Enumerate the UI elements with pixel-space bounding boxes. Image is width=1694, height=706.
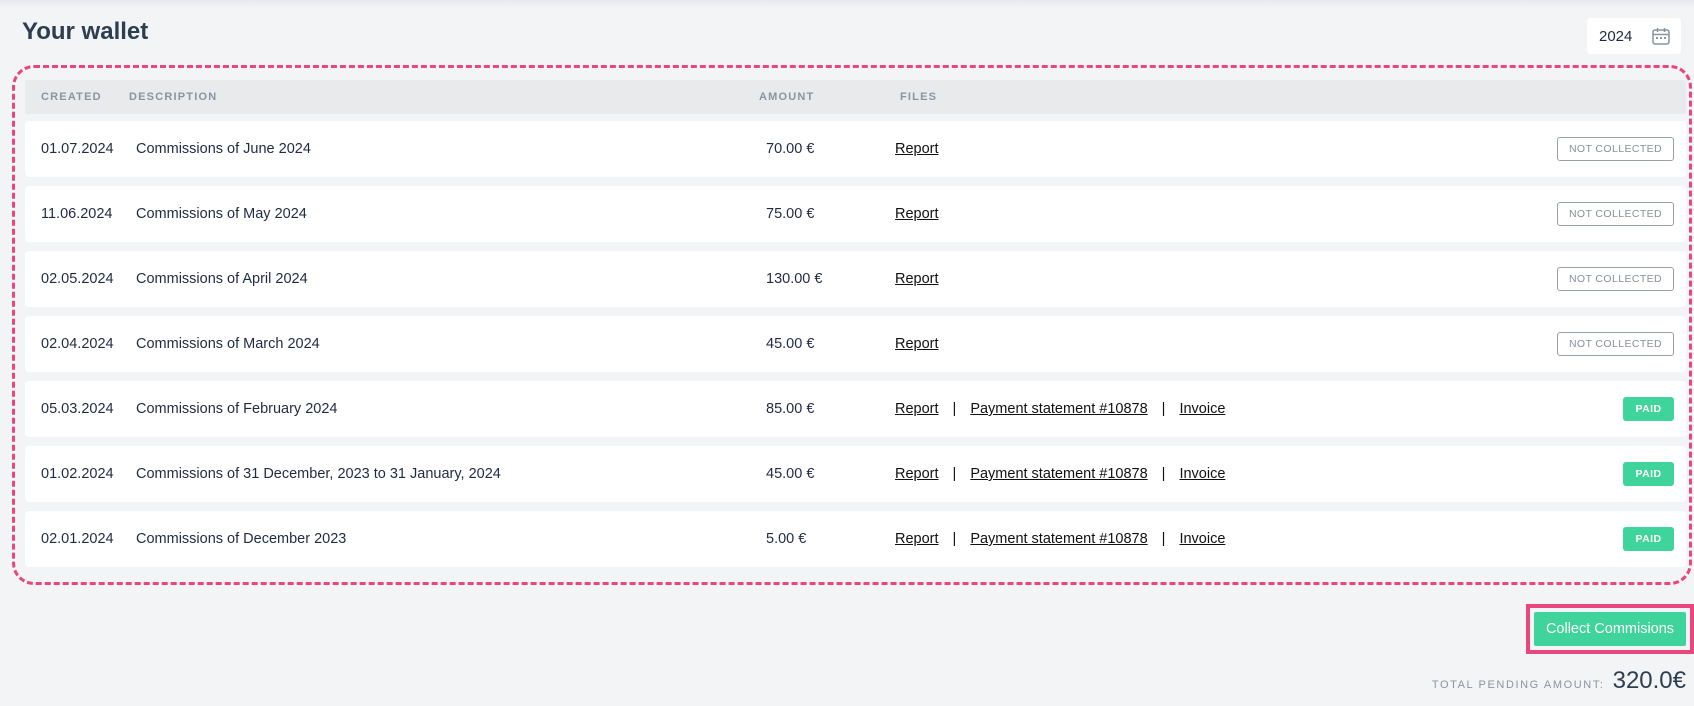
report-link[interactable]: Report [895,271,939,287]
status-badge: PAID [1623,397,1674,421]
amount: 130.00 € [766,271,823,287]
status-badge: NOT COLLECTED [1557,267,1674,291]
top-shadow [0,0,1694,8]
status-badge: PAID [1623,462,1674,486]
files-separator: | [952,466,957,482]
header-files: FILES [900,91,938,103]
pending-value: 320.0€ [1612,667,1686,694]
table-row: 02.05.2024 Commissions of April 2024 130.0… [25,251,1686,307]
files-cell: Report [895,186,939,242]
amount: 45.00 € [766,466,815,482]
amount: 70.00 € [766,141,815,157]
table-row: 11.06.2024 Commissions of May 2024 75.00 €… [25,186,1686,242]
report-link[interactable]: Report [895,401,939,417]
created-date: 02.01.2024 [41,531,114,547]
header-created: CREATED [41,91,102,103]
report-link[interactable]: Report [895,141,939,157]
created-date: 11.06.2024 [41,206,113,222]
report-link[interactable]: Report [895,466,939,482]
year-value: 2024 [1599,27,1633,45]
page-title: Your wallet [22,18,149,45]
invoice-link[interactable]: Invoice [1179,531,1225,547]
files-separator: | [952,401,957,417]
status-badge: PAID [1623,527,1674,551]
description: Commissions of April 2024 [136,271,308,287]
invoice-link[interactable]: Invoice [1179,401,1225,417]
created-date: 01.02.2024 [41,466,114,482]
status-badge: NOT COLLECTED [1557,332,1674,356]
created-date: 02.05.2024 [41,271,114,287]
files-cell: Report [895,121,939,177]
description: Commissions of June 2024 [136,141,311,157]
payment-statement-link[interactable]: Payment statement #10878 [970,531,1147,547]
report-link[interactable]: Report [895,206,939,222]
created-date: 01.07.2024 [41,141,114,157]
year-picker[interactable]: 2024 [1587,18,1681,54]
payment-statement-link[interactable]: Payment statement #10878 [970,401,1147,417]
header-amount: AMOUNT [759,91,815,103]
amount: 45.00 € [766,336,815,352]
amount: 5.00 € [766,531,807,547]
collect-button-highlight: Collect Commisions [1526,604,1694,654]
pending-total: TOTAL PENDING AMOUNT: 320.0€ [1432,667,1686,695]
description: Commissions of May 2024 [136,206,307,222]
invoice-link[interactable]: Invoice [1179,466,1225,482]
table-header: CREATED DESCRIPTION AMOUNT FILES [25,80,1686,114]
calendar-icon[interactable] [1651,26,1671,46]
commissions-table: CREATED DESCRIPTION AMOUNT FILES 01.07.2… [12,65,1692,585]
created-date: 02.04.2024 [41,336,114,352]
pending-label: TOTAL PENDING AMOUNT: [1431,679,1605,691]
files-cell: Report | Payment statement #10878 | Invoice [895,446,1225,502]
payment-statement-link[interactable]: Payment statement #10878 [970,466,1147,482]
files-separator: | [952,531,957,547]
description: Commissions of February 2024 [136,401,338,417]
table-row: 01.07.2024 Commissions of June 2024 70.00 … [25,121,1686,177]
amount: 85.00 € [766,401,815,417]
description: Commissions of 31 December, 2023 to 31 J… [136,466,501,482]
files-cell: Report [895,316,939,372]
description: Commissions of March 2024 [136,336,320,352]
files-separator: | [1161,466,1166,482]
files-separator: | [1161,401,1166,417]
files-cell: Report | Payment statement #10878 | Invoice [895,381,1225,437]
report-link[interactable]: Report [895,336,939,352]
table-row: 01.02.2024 Commissions of 31 December, 20… [25,446,1686,502]
description: Commissions of December 2023 [136,531,347,547]
status-badge: NOT COLLECTED [1557,202,1674,226]
header-description: DESCRIPTION [129,91,218,103]
created-date: 05.03.2024 [41,401,114,417]
status-badge: NOT COLLECTED [1557,137,1674,161]
files-cell: Report | Payment statement #10878 | Invoice [895,511,1225,567]
table-row: 02.04.2024 Commissions of March 2024 45.00… [25,316,1686,372]
collect-commissions-button[interactable]: Collect Commisions [1534,612,1686,646]
table-row: 02.01.2024 Commissions of December 2023 5.… [25,511,1686,567]
files-separator: | [1161,531,1166,547]
report-link[interactable]: Report [895,531,939,547]
table-row: 05.03.2024 Commissions of February 2024 85… [25,381,1686,437]
amount: 75.00 € [766,206,815,222]
files-cell: Report [895,251,939,307]
